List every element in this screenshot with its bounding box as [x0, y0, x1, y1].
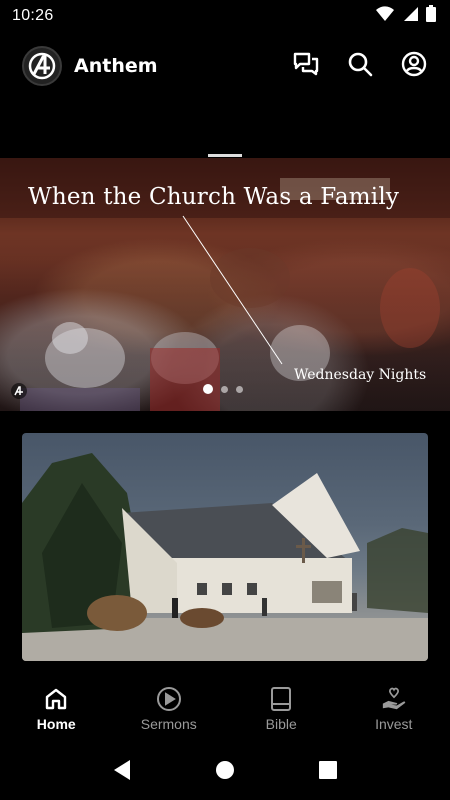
app-title: Anthem	[74, 55, 158, 77]
nav-bible-label: Bible	[265, 716, 297, 732]
church-photo	[22, 453, 428, 661]
carousel-dots	[203, 384, 243, 394]
status-bar: 10:26	[0, 0, 450, 32]
anthem-watermark-icon	[11, 383, 27, 399]
back-button[interactable]	[110, 759, 134, 786]
home-system-button[interactable]	[213, 760, 237, 784]
nav-bible[interactable]: Bible	[225, 676, 338, 742]
header-actions	[292, 51, 428, 82]
content-card[interactable]	[22, 433, 428, 661]
book-icon	[268, 686, 294, 712]
nav-sermons[interactable]: Sermons	[113, 676, 226, 742]
home-icon	[43, 686, 69, 712]
carousel-dot-2[interactable]	[221, 385, 228, 393]
battery-icon	[426, 5, 436, 27]
play-circle-icon	[156, 686, 182, 712]
giving-hand-icon	[381, 686, 407, 712]
home-circle-icon	[215, 760, 235, 785]
account-icon	[401, 51, 427, 82]
nav-invest-label: Invest	[375, 716, 413, 732]
search-button[interactable]	[346, 52, 374, 80]
wifi-icon	[376, 5, 394, 27]
chat-button[interactable]	[292, 52, 320, 80]
nav-invest[interactable]: Invest	[338, 676, 450, 742]
account-button[interactable]	[400, 51, 428, 82]
nav-sermons-label: Sermons	[140, 716, 197, 732]
tab-indicator	[208, 154, 242, 157]
app-logo-icon	[22, 46, 62, 86]
cellular-icon	[402, 6, 418, 27]
recents-icon	[319, 760, 338, 784]
search-icon	[347, 51, 373, 82]
back-icon	[112, 759, 132, 786]
nav-home[interactable]: Home	[0, 676, 113, 742]
carousel-dot-1[interactable]	[203, 384, 213, 394]
hero-subtitle: Wednesday Nights	[294, 367, 427, 383]
chat-icon	[293, 52, 319, 81]
recents-button[interactable]	[316, 760, 340, 784]
app-header: Anthem	[0, 40, 450, 92]
bottom-nav: Home Sermons Bible Invest	[0, 676, 450, 742]
hero-carousel[interactable]: When the Church Was a Family Wednesday N…	[0, 158, 450, 411]
system-nav	[0, 744, 450, 800]
carousel-dot-3[interactable]	[236, 385, 243, 393]
nav-home-label: Home	[36, 716, 76, 732]
status-icons	[376, 5, 436, 27]
status-time: 10:26	[12, 7, 54, 24]
